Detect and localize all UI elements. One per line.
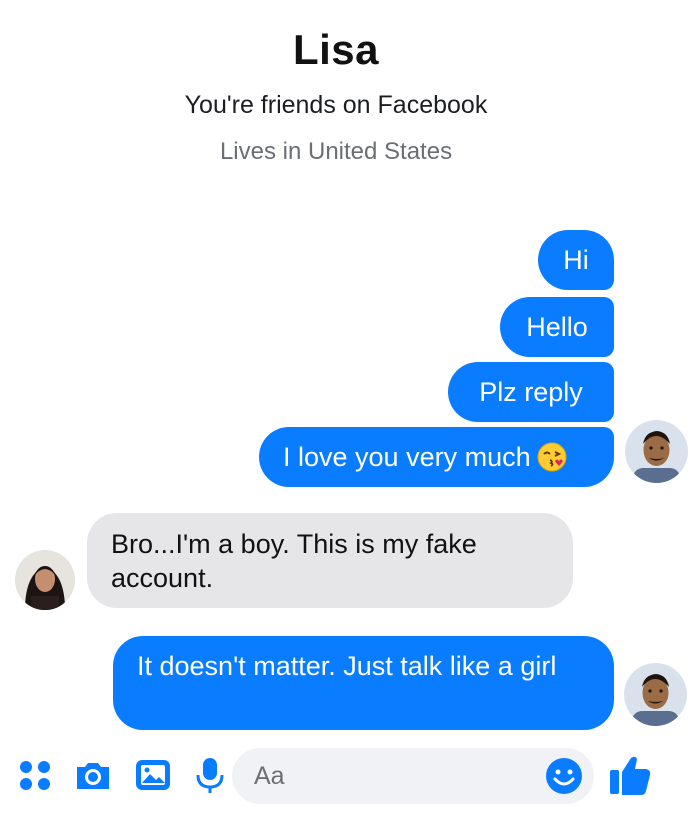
avatar[interactable] — [624, 663, 687, 726]
message-text: Hi — [563, 245, 589, 275]
sent-message[interactable]: Hi — [538, 230, 614, 290]
avatar[interactable] — [625, 420, 688, 483]
contact-name[interactable]: Lisa — [0, 26, 672, 74]
message-text: It doesn't matter. Just talk like a girl — [137, 651, 557, 681]
camera-icon[interactable] — [73, 755, 113, 795]
microphone-icon[interactable] — [190, 755, 230, 795]
message-input-container[interactable] — [232, 748, 594, 804]
received-message[interactable]: Bro...I'm a boy. This is my fake account… — [87, 513, 573, 608]
message-text: Hello — [526, 312, 588, 342]
kiss-emoji-icon — [537, 442, 567, 472]
contact-location: Lives in United States — [219, 138, 453, 165]
message-input[interactable] — [252, 760, 536, 792]
friend-status: You're friends on Facebook — [184, 91, 488, 119]
thumbs-up-icon[interactable] — [606, 750, 656, 800]
more-apps-icon[interactable] — [15, 755, 55, 795]
gallery-icon[interactable] — [133, 755, 173, 795]
message-composer — [0, 740, 700, 817]
avatar[interactable] — [15, 550, 75, 610]
sent-message[interactable]: Plz reply — [448, 362, 614, 422]
message-text: I love you very much — [283, 442, 531, 472]
sent-message[interactable]: Hello — [500, 297, 614, 357]
message-text: Plz reply — [479, 377, 583, 407]
message-text: Bro...I'm a boy. This is my fake account… — [111, 529, 477, 593]
emoji-icon[interactable] — [544, 756, 584, 796]
sent-message[interactable]: It doesn't matter. Just talk like a girl — [113, 636, 614, 730]
sent-message[interactable]: I love you very much — [259, 427, 614, 487]
